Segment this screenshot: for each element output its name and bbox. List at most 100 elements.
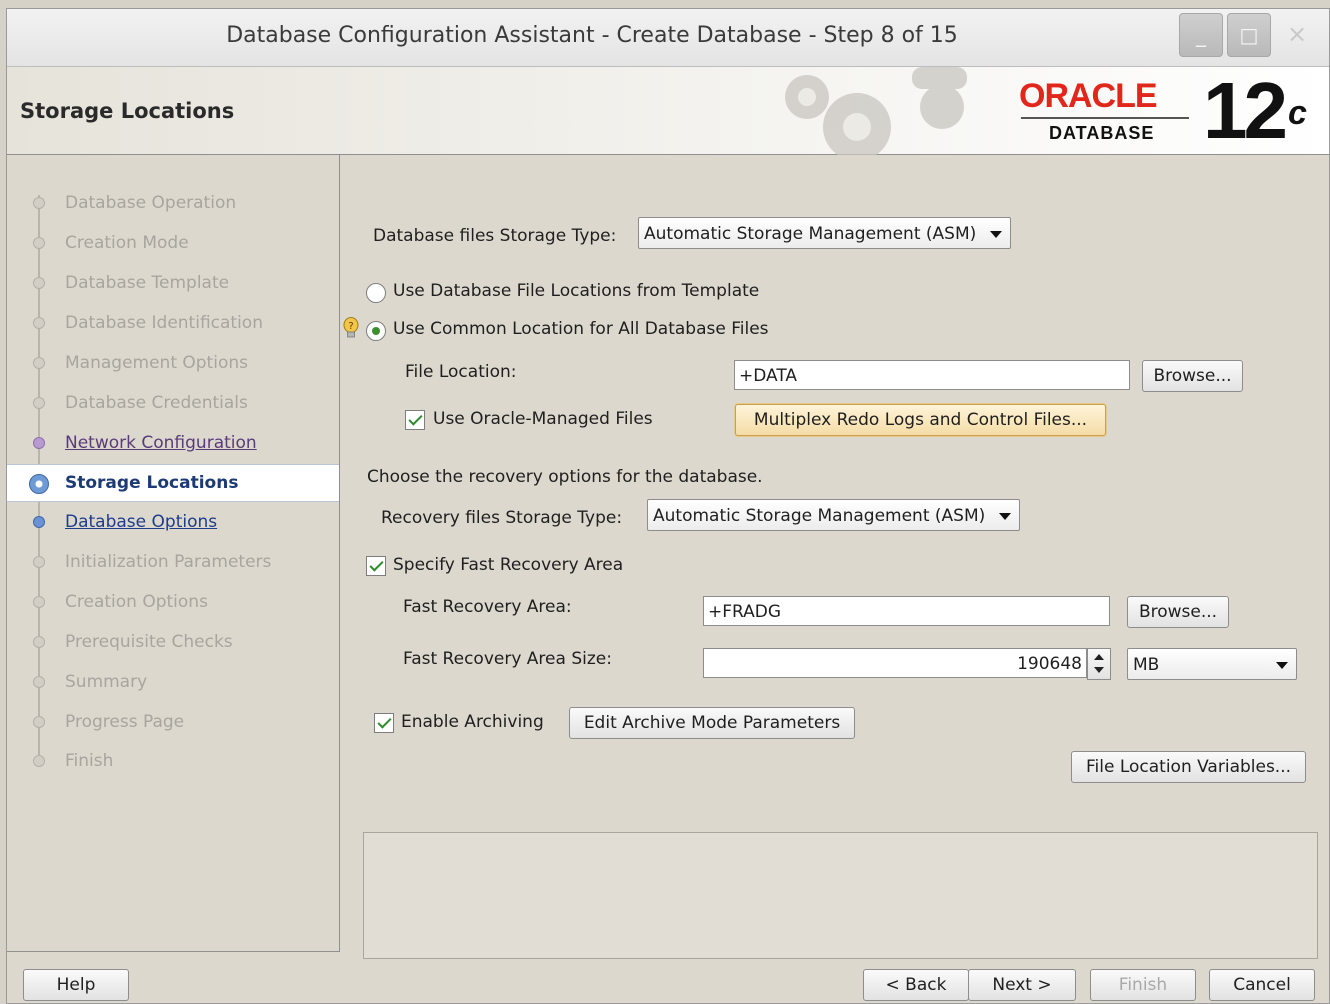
chevron-down-icon [1276,662,1288,669]
browse-file-location-button[interactable]: Browse... [1142,360,1243,392]
step-dot-icon [33,237,45,249]
step-database-credentials: Database Credentials [7,385,339,423]
recovery-storage-type-value: Automatic Storage Management (ASM) [653,506,986,526]
omf-label[interactable]: Use Oracle-Managed Files [433,409,653,429]
file-location-label: File Location: [405,362,517,382]
recovery-storage-type-label: Recovery files Storage Type: [381,508,623,528]
spin-up-icon[interactable] [1094,654,1104,660]
archiving-label[interactable]: Enable Archiving [401,712,544,732]
step-current-icon [29,474,49,494]
oracle-wordmark: ORACLE [1019,77,1158,115]
step-label: Prerequisite Checks [65,632,233,652]
step-database-identification: Database Identification [7,305,339,343]
radio-common-location-label[interactable]: Use Common Location for All Database Fil… [393,319,769,339]
fra-size-unit-value: MB [1133,655,1160,675]
step-progress-page: Progress Page [7,704,339,742]
step-dot-icon [33,357,45,369]
version-mark: 12 c [1203,71,1307,151]
step-label: Database Template [65,273,230,293]
db-storage-type-label: Database files Storage Type: [373,226,617,246]
browse-fra-button[interactable]: Browse... [1127,596,1229,628]
step-label: Progress Page [65,712,185,732]
dbca-window: Database Configuration Assistant - Creat… [6,8,1330,1004]
step-label: Database Identification [65,313,263,333]
logo-divider [1021,117,1189,119]
recovery-storage-type-select[interactable]: Automatic Storage Management (ASM) [647,499,1020,531]
db-storage-type-value: Automatic Storage Management (ASM) [644,224,977,244]
fra-size-label: Fast Recovery Area Size: [403,649,612,669]
help-button[interactable]: Help [23,969,129,1001]
step-label: Creation Mode [65,233,189,253]
step-dot-icon [33,676,45,688]
close-button[interactable]: × [1275,13,1319,57]
file-location-input[interactable]: +DATA [734,360,1130,390]
step-label: Summary [65,672,148,692]
edit-archive-mode-button[interactable]: Edit Archive Mode Parameters [569,707,855,739]
file-location-variables-button[interactable]: File Location Variables... [1071,751,1306,783]
omf-checkbox[interactable] [405,410,425,430]
step-dot-icon [33,636,45,648]
step-dot-icon [33,755,45,767]
chevron-down-icon [990,231,1002,238]
svg-text:?: ? [348,321,353,332]
step-management-options: Management Options [7,345,339,383]
step-dot-icon [33,516,45,528]
version-suffix: c [1287,94,1307,132]
fra-specify-checkbox[interactable] [366,556,386,576]
main-content: Database files Storage Type: Automatic S… [341,155,1330,959]
step-dot-icon [33,197,45,209]
step-dot-icon [33,437,45,449]
step-database-options[interactable]: Database Options [7,504,339,542]
step-dot-icon [33,596,45,608]
step-label: Database Credentials [65,393,248,413]
gears-graphic [785,67,967,155]
step-label: Creation Options [65,592,208,612]
step-storage-locations: Storage Locations [7,464,339,502]
minimize-button[interactable]: _ [1179,13,1223,57]
step-label: Storage Locations [65,473,239,493]
title-bar: Database Configuration Assistant - Creat… [7,9,1329,67]
step-finish: Finish [7,743,339,781]
next-button[interactable]: Next > [968,969,1076,1001]
step-label: Finish [65,751,114,771]
oracle-logo: ORACLE DATABASE [1019,77,1193,147]
steps-sidebar: Database Operation Creation Mode Databas… [7,155,340,952]
step-prerequisite-checks: Prerequisite Checks [7,624,339,662]
maximize-button[interactable]: □ [1227,13,1271,57]
finish-button: Finish [1090,969,1196,1001]
recovery-intro-text: Choose the recovery options for the data… [367,467,763,487]
step-label[interactable]: Database Options [65,512,217,532]
fra-specify-label[interactable]: Specify Fast Recovery Area [393,555,623,575]
cancel-button[interactable]: Cancel [1209,969,1315,1001]
radio-template-locations[interactable] [366,283,386,303]
page-header: Storage Locations ORACLE DATABASE 12 c [7,67,1329,155]
page-title: Storage Locations [20,99,235,123]
step-network-configuration[interactable]: Network Configuration [7,425,339,463]
radio-template-locations-label[interactable]: Use Database File Locations from Templat… [393,281,759,301]
archiving-checkbox[interactable] [374,713,394,733]
chevron-down-icon [999,513,1011,520]
version-number: 12 [1203,66,1288,155]
step-label: Database Operation [65,193,237,213]
step-label[interactable]: Network Configuration [65,433,257,453]
fra-size-spinner[interactable] [1087,648,1111,680]
multiplex-redo-logs-button[interactable]: Multiplex Redo Logs and Control Files... [735,404,1106,436]
window-title: Database Configuration Assistant - Creat… [226,23,958,48]
oracle-database-label: DATABASE [1049,123,1155,143]
spin-down-icon[interactable] [1094,667,1104,673]
back-button[interactable]: < Back [863,969,969,1001]
step-dot-icon [33,317,45,329]
step-creation-mode: Creation Mode [7,225,339,263]
fra-size-unit-select[interactable]: MB [1127,648,1297,680]
step-dot-icon [33,277,45,289]
step-database-template: Database Template [7,265,339,303]
step-dot-icon [33,397,45,409]
fra-input[interactable]: +FRADG [703,596,1110,626]
radio-common-location[interactable] [366,321,386,341]
message-panel [363,832,1318,959]
step-database-operation: Database Operation [7,185,339,223]
db-storage-type-select[interactable]: Automatic Storage Management (ASM) [638,217,1011,249]
step-creation-options: Creation Options [7,584,339,622]
step-label: Initialization Parameters [65,552,272,572]
fra-size-input[interactable]: 190648 [703,648,1087,678]
